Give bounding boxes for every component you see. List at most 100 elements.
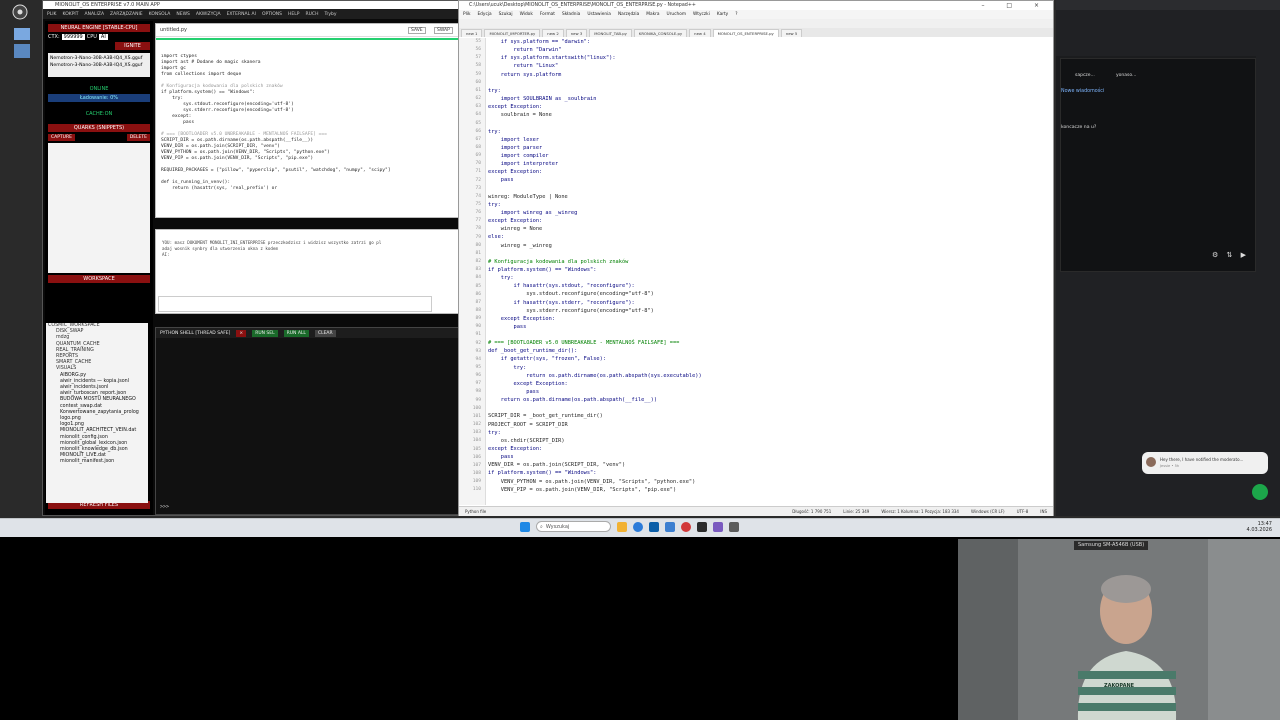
npp-tab[interactable]: KRONIKA_CONSOLE.py: [633, 29, 688, 37]
npp-tab[interactable]: MIONOLIT_IMPORTER.py: [484, 29, 541, 37]
app-menu-item[interactable]: ANALIZA: [85, 12, 105, 17]
chat-chip-2[interactable]: yonaso...: [1116, 73, 1136, 78]
npp-tab[interactable]: MONOLIT_OS_ENTERPRISE.py: [712, 29, 779, 37]
line-number: 102: [472, 422, 481, 428]
line-number: 88: [475, 307, 481, 313]
file-tree-item[interactable]: mionolit_manifest.json: [46, 459, 148, 465]
online-status: ONLINE: [89, 86, 109, 92]
npp-tab[interactable]: MONOLIT_TAB.py: [589, 29, 632, 37]
code-line: sys.stdout.reconfigure(encoding="utf-8"): [488, 291, 654, 298]
obs-icon[interactable]: [10, 4, 30, 20]
chat-chip-1[interactable]: sapcze...: [1075, 73, 1095, 78]
npp-tab[interactable]: new 1: [461, 29, 483, 37]
swap-button[interactable]: SWAP: [434, 27, 453, 34]
npp-menu-item[interactable]: Format: [540, 12, 555, 17]
npp-menu-item[interactable]: Karty: [717, 12, 728, 17]
chat-bubble-icon[interactable]: [1252, 484, 1268, 500]
app-menu-item[interactable]: KONSOLA: [149, 12, 171, 17]
app-menu-item[interactable]: Tryby: [324, 12, 336, 17]
code-line: import winreg as _winreg: [488, 209, 578, 216]
line-number: 81: [475, 250, 481, 256]
app-icon[interactable]: [713, 521, 723, 532]
app-menu-item[interactable]: NEWS: [176, 12, 190, 17]
app-menu-item[interactable]: EXTERNAL AI: [227, 12, 256, 17]
snippets-list[interactable]: [48, 143, 150, 273]
capture-button[interactable]: CAPTURE: [48, 134, 75, 141]
save-button[interactable]: SAVE: [408, 27, 426, 34]
app-menu-item[interactable]: AKWIZYCJA: [196, 12, 221, 17]
webcam-image: [958, 539, 1280, 720]
app-menu-item[interactable]: RUCH: [306, 12, 319, 17]
code-line: return sys.platform: [488, 71, 562, 78]
browser-icon[interactable]: [681, 521, 691, 532]
model-list[interactable]: Nemotron-3-Nano-30B-A3B-IQ4_XS.gguf Nemot…: [48, 53, 150, 77]
run-all-button[interactable]: RUN ALL: [283, 329, 309, 337]
npp-menu-item[interactable]: Ustawienia: [587, 12, 611, 17]
npp-menu-item[interactable]: Narzędzia: [618, 12, 639, 17]
npp-menu-item[interactable]: Edycja: [477, 12, 491, 17]
file-explorer-icon[interactable]: [617, 521, 627, 532]
line-number: 72: [475, 177, 481, 183]
ai-chat-log: YOU: masz DOKUMENT MONOLIT_INI_ENTERPRIS…: [162, 240, 452, 258]
npp-menu-item[interactable]: Makra: [646, 12, 659, 17]
line-number: 58: [475, 63, 481, 69]
code-line: # === [BOOTLOADER v5.0 UNBREAKABLE - MEN…: [488, 340, 680, 347]
npp-tab[interactable]: new 2: [542, 29, 564, 37]
app-menu-item[interactable]: HELP: [288, 12, 299, 17]
npp-code-area[interactable]: if sys.platform == "darwin": return "Dar…: [488, 38, 1048, 505]
clear-button[interactable]: CLEAR: [314, 329, 336, 337]
npp-menu-item[interactable]: Plik: [463, 12, 470, 17]
npp-menu-bar: Plik Edycja Szukaj Widok Format Składnia Ustaw…: [459, 10, 1053, 19]
taskbar-clock[interactable]: 13:47 4.03.2026: [1247, 521, 1272, 533]
npp-tab[interactable]: new 4: [689, 29, 711, 37]
line-number: 108: [472, 470, 481, 476]
npp-menu-item[interactable]: Wtyczki: [693, 12, 710, 17]
code-line: except Exception:: [488, 446, 543, 453]
ai-chat-input[interactable]: [158, 296, 432, 312]
app-menu-item[interactable]: OPTIONS: [262, 12, 282, 17]
ctx-input[interactable]: 999999: [61, 34, 85, 40]
line-number: 89: [475, 316, 481, 322]
npp-menu-item[interactable]: ?: [735, 12, 737, 17]
editor-code[interactable]: import ctypes import ast # Dodane do magi…: [161, 54, 451, 214]
edge-icon[interactable]: [665, 521, 675, 532]
windows-start-icon[interactable]: [520, 521, 530, 532]
taskbar-search[interactable]: ⌕ Wyszukaj: [536, 521, 611, 532]
window-controls[interactable]: – □ ×: [981, 1, 1049, 10]
run-sel-button[interactable]: RUN SEL: [252, 329, 278, 337]
delete-button[interactable]: DELETE: [126, 134, 150, 141]
model-list-item[interactable]: Nemotron-3-Nano-30B-A3B-IQ4_XS.gguf: [50, 55, 148, 62]
store-icon[interactable]: [649, 521, 659, 532]
browser-sidebar-icons[interactable]: [1258, 58, 1276, 258]
app-menu-item[interactable]: ZARZĄDZANIE: [110, 12, 143, 17]
folder-shortcut-icon[interactable]: [10, 24, 36, 60]
python-app-icon[interactable]: [729, 521, 739, 532]
shell-prompt[interactable]: >>>: [160, 504, 169, 510]
file-tree-item[interactable]: BUDOWA MOSTU NEURALNEGO: [46, 397, 148, 403]
code-line: if sys.platform.startswith("linux"):: [488, 55, 616, 62]
npp-title-bar: C:\Users\ucuk\Desktop\MIONOLIT_OS_ENTERP…: [459, 1, 1053, 10]
shell-close-button[interactable]: ×: [236, 329, 247, 337]
code-line: return os.path.dirname(os.path.abspath(s…: [488, 372, 702, 379]
code-editor[interactable]: untitled.py SAVE SWAP import ctypes impor…: [155, 23, 460, 218]
file-tree-item[interactable]: MIONOLIT_ARCHITECT_VEIN.dat: [46, 428, 148, 434]
notification-toast[interactable]: Hey there, I have notified the moderato.…: [1142, 452, 1268, 474]
npp-menu-item[interactable]: Uruchom: [667, 12, 687, 17]
npp-menu-item[interactable]: Szukaj: [499, 12, 513, 17]
npp-tab[interactable]: new 5: [780, 29, 803, 37]
app-menu-item[interactable]: PLIK: [47, 12, 57, 17]
terminal-icon[interactable]: [697, 521, 707, 532]
app-menu-item[interactable]: KOKPIT: [63, 12, 79, 17]
code-line: try:: [488, 275, 514, 282]
ai-toggle[interactable]: AI: [98, 34, 108, 40]
editor-tab[interactable]: untitled.py: [160, 27, 187, 33]
npp-menu-item[interactable]: Widok: [520, 12, 533, 17]
chrome-icon[interactable]: [633, 521, 643, 532]
chat-controls[interactable]: ⚙ ⇅ ▶: [1212, 251, 1249, 259]
code-line: VENV_PIP = os.path.join(VENV_DIR, "Scrip…: [488, 486, 677, 493]
npp-menu-item[interactable]: Składnia: [562, 12, 580, 17]
model-list-item[interactable]: Nemotron-3-Nano-30B-A3B-IQ4_XS.gguf: [50, 62, 148, 69]
npp-tab[interactable]: new 3: [565, 29, 588, 37]
workspace-file-tree[interactable]: COSMIC_WORKSPACE DISK_SWAP mdzg QUANTUM_CAC…: [46, 323, 148, 503]
ignite-button[interactable]: IGNITE: [115, 42, 150, 50]
